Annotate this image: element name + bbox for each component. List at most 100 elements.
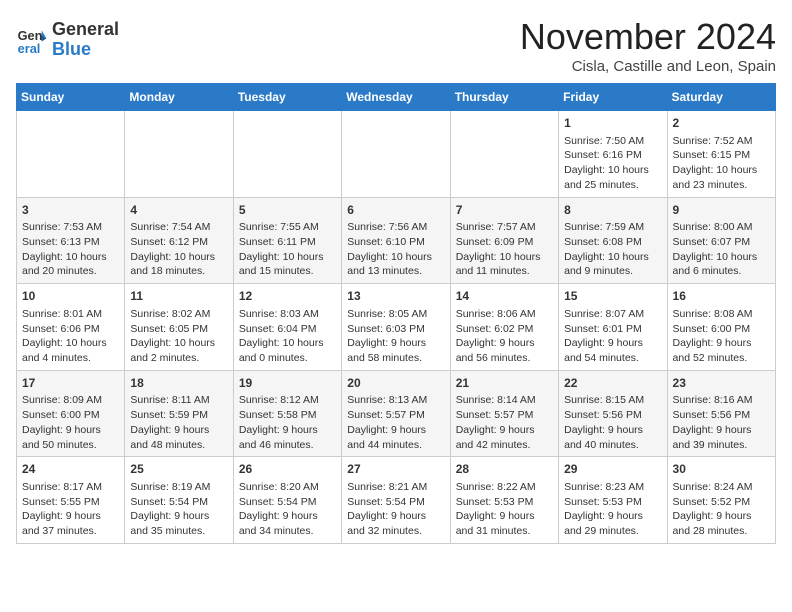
calendar-cell: 3Sunrise: 7:53 AM Sunset: 6:13 PM Daylig…	[17, 197, 125, 284]
day-number: 1	[564, 115, 661, 132]
day-number: 26	[239, 461, 336, 478]
day-number: 25	[130, 461, 227, 478]
day-number: 20	[347, 375, 444, 392]
day-info: Sunrise: 8:06 AM Sunset: 6:02 PM Dayligh…	[456, 307, 553, 366]
calendar-cell: 17Sunrise: 8:09 AM Sunset: 6:00 PM Dayli…	[17, 370, 125, 457]
day-number: 28	[456, 461, 553, 478]
calendar-cell: 16 Sunrise: 8:08 AM Sunset: 6:00 PM Dayli…	[667, 284, 775, 371]
calendar-cell: 25Sunrise: 8:19 AM Sunset: 5:54 PM Dayli…	[125, 457, 233, 544]
calendar-cell: 14 Sunrise: 8:06 AM Sunset: 6:02 PM Dayli…	[450, 284, 558, 371]
calendar-cell: 1 Sunrise: 7:50 AM Sunset: 6:16 PM Daylig…	[559, 111, 667, 198]
page-header: Gen eral General Blue November 2024 Cisl…	[16, 16, 776, 75]
day-number: 13	[347, 288, 444, 305]
header-day: Monday	[125, 84, 233, 111]
day-info: Sunrise: 8:13 AM Sunset: 5:57 PM Dayligh…	[347, 393, 444, 452]
calendar-week: 24 Sunrise: 8:17 AM Sunset: 5:55 PM Dayli…	[17, 457, 776, 544]
day-info: Sunrise: 8:20 AM Sunset: 5:54 PM Dayligh…	[239, 480, 336, 539]
day-number: 10	[22, 288, 119, 305]
day-info: Sunrise: 7:57 AM Sunset: 6:09 PM Dayligh…	[456, 220, 553, 279]
month-title: November 2024	[520, 16, 776, 58]
day-number: 5	[239, 202, 336, 219]
day-info: Sunrise: 7:56 AM Sunset: 6:10 PM Dayligh…	[347, 220, 444, 279]
day-info: Sunrise: 8:03 AM Sunset: 6:04 PM Dayligh…	[239, 307, 336, 366]
calendar-cell: 29Sunrise: 8:23 AM Sunset: 5:53 PM Dayli…	[559, 457, 667, 544]
calendar-cell: 22Sunrise: 8:15 AM Sunset: 5:56 PM Dayli…	[559, 370, 667, 457]
calendar-week: 10 Sunrise: 8:01 AM Sunset: 6:06 PM Dayli…	[17, 284, 776, 371]
day-number: 24	[22, 461, 119, 478]
calendar-cell	[125, 111, 233, 198]
day-info: Sunrise: 8:24 AM Sunset: 5:52 PM Dayligh…	[673, 480, 770, 539]
day-number: 12	[239, 288, 336, 305]
calendar-cell: 10 Sunrise: 8:01 AM Sunset: 6:06 PM Dayli…	[17, 284, 125, 371]
calendar-cell	[17, 111, 125, 198]
day-info: Sunrise: 7:54 AM Sunset: 6:12 PM Dayligh…	[130, 220, 227, 279]
day-number: 30	[673, 461, 770, 478]
day-info: Sunrise: 8:14 AM Sunset: 5:57 PM Dayligh…	[456, 393, 553, 452]
day-number: 19	[239, 375, 336, 392]
day-number: 7	[456, 202, 553, 219]
calendar-cell: 6Sunrise: 7:56 AM Sunset: 6:10 PM Daylig…	[342, 197, 450, 284]
calendar-cell: 15 Sunrise: 8:07 AM Sunset: 6:01 PM Dayli…	[559, 284, 667, 371]
calendar-cell: 28 Sunrise: 8:22 AM Sunset: 5:53 PM Dayli…	[450, 457, 558, 544]
day-number: 18	[130, 375, 227, 392]
day-info: Sunrise: 8:17 AM Sunset: 5:55 PM Dayligh…	[22, 480, 119, 539]
calendar-week: 1 Sunrise: 7:50 AM Sunset: 6:16 PM Daylig…	[17, 111, 776, 198]
calendar-cell	[342, 111, 450, 198]
logo-icon: Gen eral	[16, 24, 48, 56]
day-info: Sunrise: 8:11 AM Sunset: 5:59 PM Dayligh…	[130, 393, 227, 452]
calendar-cell: 8Sunrise: 7:59 AM Sunset: 6:08 PM Daylig…	[559, 197, 667, 284]
day-info: Sunrise: 8:12 AM Sunset: 5:58 PM Dayligh…	[239, 393, 336, 452]
calendar-cell	[450, 111, 558, 198]
calendar-header: SundayMondayTuesdayWednesdayThursdayFrid…	[17, 84, 776, 111]
day-info: Sunrise: 7:53 AM Sunset: 6:13 PM Dayligh…	[22, 220, 119, 279]
day-number: 2	[673, 115, 770, 132]
day-number: 29	[564, 461, 661, 478]
calendar-cell: 13 Sunrise: 8:05 AM Sunset: 6:03 PM Dayli…	[342, 284, 450, 371]
calendar-cell: 27Sunrise: 8:21 AM Sunset: 5:54 PM Dayli…	[342, 457, 450, 544]
calendar-cell: 2 Sunrise: 7:52 AM Sunset: 6:15 PM Daylig…	[667, 111, 775, 198]
header-day: Friday	[559, 84, 667, 111]
calendar-cell: 7Sunrise: 7:57 AM Sunset: 6:09 PM Daylig…	[450, 197, 558, 284]
logo-line1: General	[52, 20, 119, 40]
header-day: Thursday	[450, 84, 558, 111]
calendar-cell: 30 Sunrise: 8:24 AM Sunset: 5:52 PM Dayli…	[667, 457, 775, 544]
day-info: Sunrise: 8:07 AM Sunset: 6:01 PM Dayligh…	[564, 307, 661, 366]
day-number: 23	[673, 375, 770, 392]
calendar-cell: 23Sunrise: 8:16 AM Sunset: 5:56 PM Dayli…	[667, 370, 775, 457]
header-row: SundayMondayTuesdayWednesdayThursdayFrid…	[17, 84, 776, 111]
day-info: Sunrise: 8:16 AM Sunset: 5:56 PM Dayligh…	[673, 393, 770, 452]
calendar-cell: 11Sunrise: 8:02 AM Sunset: 6:05 PM Dayli…	[125, 284, 233, 371]
day-number: 22	[564, 375, 661, 392]
day-info: Sunrise: 7:50 AM Sunset: 6:16 PM Dayligh…	[564, 134, 661, 193]
calendar-table: SundayMondayTuesdayWednesdayThursdayFrid…	[16, 83, 776, 544]
calendar-cell: 5Sunrise: 7:55 AM Sunset: 6:11 PM Daylig…	[233, 197, 341, 284]
logo-line2: Blue	[52, 40, 119, 60]
day-info: Sunrise: 7:52 AM Sunset: 6:15 PM Dayligh…	[673, 134, 770, 193]
calendar-cell: 4Sunrise: 7:54 AM Sunset: 6:12 PM Daylig…	[125, 197, 233, 284]
day-info: Sunrise: 8:22 AM Sunset: 5:53 PM Dayligh…	[456, 480, 553, 539]
calendar-cell: 26 Sunrise: 8:20 AM Sunset: 5:54 PM Dayli…	[233, 457, 341, 544]
day-info: Sunrise: 8:15 AM Sunset: 5:56 PM Dayligh…	[564, 393, 661, 452]
day-info: Sunrise: 7:59 AM Sunset: 6:08 PM Dayligh…	[564, 220, 661, 279]
day-number: 16	[673, 288, 770, 305]
day-number: 14	[456, 288, 553, 305]
calendar-cell: 9Sunrise: 8:00 AM Sunset: 6:07 PM Daylig…	[667, 197, 775, 284]
day-number: 15	[564, 288, 661, 305]
calendar-cell: 19Sunrise: 8:12 AM Sunset: 5:58 PM Dayli…	[233, 370, 341, 457]
day-info: Sunrise: 8:08 AM Sunset: 6:00 PM Dayligh…	[673, 307, 770, 366]
calendar-cell: 21Sunrise: 8:14 AM Sunset: 5:57 PM Dayli…	[450, 370, 558, 457]
day-number: 17	[22, 375, 119, 392]
calendar-cell	[233, 111, 341, 198]
location: Cisla, Castille and Leon, Spain	[520, 58, 776, 75]
day-info: Sunrise: 8:01 AM Sunset: 6:06 PM Dayligh…	[22, 307, 119, 366]
calendar-cell: 20Sunrise: 8:13 AM Sunset: 5:57 PM Dayli…	[342, 370, 450, 457]
day-number: 21	[456, 375, 553, 392]
day-number: 4	[130, 202, 227, 219]
day-info: Sunrise: 8:21 AM Sunset: 5:54 PM Dayligh…	[347, 480, 444, 539]
header-day: Tuesday	[233, 84, 341, 111]
day-info: Sunrise: 8:05 AM Sunset: 6:03 PM Dayligh…	[347, 307, 444, 366]
header-day: Saturday	[667, 84, 775, 111]
header-day: Sunday	[17, 84, 125, 111]
day-info: Sunrise: 8:09 AM Sunset: 6:00 PM Dayligh…	[22, 393, 119, 452]
logo: Gen eral General Blue	[16, 20, 119, 60]
